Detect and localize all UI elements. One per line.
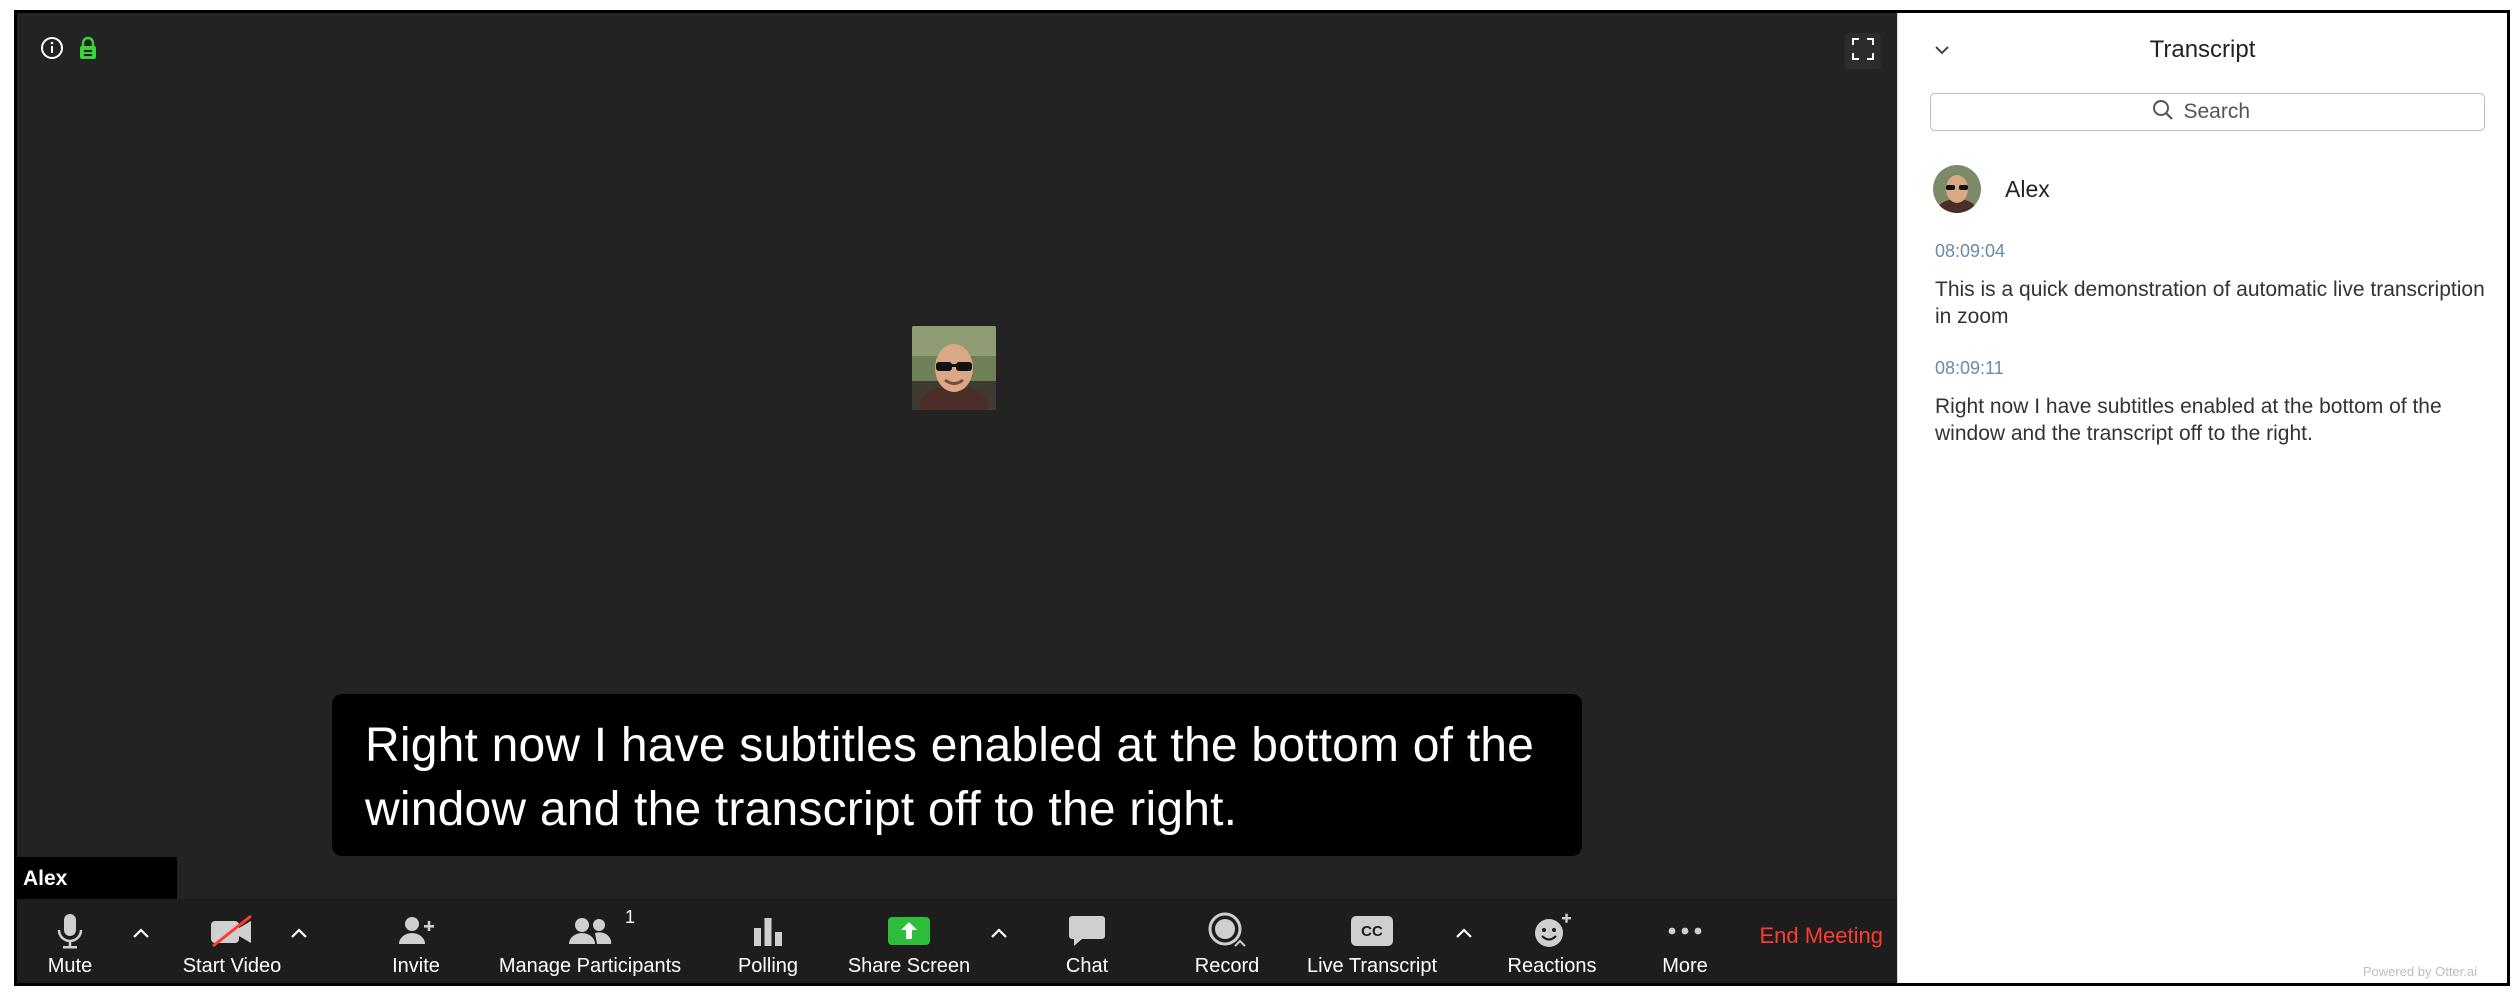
video-options-caret[interactable] [287, 923, 311, 947]
lock-icon[interactable] [75, 35, 101, 61]
entry-text: Right now I have subtitles enabled at th… [1935, 395, 2442, 445]
transcript-panel: Transcript Alex 08:09:04 This is [1897, 13, 2507, 983]
fullscreen-button[interactable] [1845, 33, 1881, 69]
meeting-info-group [39, 35, 101, 61]
transcript-header: Transcript [1898, 13, 2507, 81]
cc-icon: CC [1351, 911, 1393, 951]
powered-by-footer: Powered by Otter.ai [2362, 964, 2477, 979]
invite-button[interactable]: Invite [381, 899, 451, 983]
polling-button[interactable]: Polling [727, 899, 809, 983]
start-video-label: Start Video [182, 955, 282, 977]
more-button[interactable]: More [1647, 899, 1723, 983]
zoom-window: Right now I have subtitles enabled at th… [14, 10, 2510, 986]
info-icon[interactable] [39, 35, 65, 61]
entry-timestamp: 08:09:11 [1935, 358, 2004, 378]
live-subtitle: Right now I have subtitles enabled at th… [332, 694, 1582, 856]
record-label: Record [1194, 955, 1260, 977]
end-meeting-button[interactable]: End Meeting [1759, 923, 1883, 949]
live-transcript-label: Live Transcript [1306, 955, 1438, 977]
participant-count: 1 [624, 907, 635, 927]
polling-label: Polling [737, 955, 799, 977]
participant-name: Alex [23, 867, 68, 890]
add-person-icon [396, 911, 436, 951]
manage-participants-button[interactable]: 1 Manage Participants [485, 899, 695, 983]
cc-badge: CC [1351, 916, 1393, 946]
transcript-search-box[interactable] [1930, 93, 2485, 131]
audio-options-caret[interactable] [129, 923, 153, 947]
invite-label: Invite [392, 955, 440, 977]
chevron-up-icon [290, 926, 308, 944]
transcript-title: Transcript [2149, 36, 2256, 63]
avatar [1933, 165, 1981, 213]
chevron-up-icon [132, 926, 150, 944]
participant-name-tag: Alex [17, 857, 177, 899]
manage-participants-label: Manage Participants [498, 955, 682, 977]
share-screen-label: Share Screen [847, 955, 971, 977]
transcript-options-caret[interactable] [1452, 923, 1476, 947]
share-screen-button[interactable]: Share Screen [839, 899, 979, 983]
transcript-entry: 08:09:04 This is a quick demonstration o… [1935, 241, 2495, 330]
mute-label: Mute [47, 955, 93, 977]
share-options-caret[interactable] [987, 923, 1011, 947]
chat-label: Chat [1065, 955, 1109, 977]
speaker-header: Alex [1933, 165, 2050, 213]
chat-button[interactable]: Chat [1049, 899, 1125, 983]
participant-video-thumbnail[interactable] [912, 326, 996, 410]
microphone-icon [56, 911, 84, 951]
meeting-toolbar: Mute Start Video Invite 1 Manage Partici… [17, 899, 1897, 983]
video-area: Right now I have subtitles enabled at th… [17, 13, 1897, 983]
bar-chart-icon [751, 911, 785, 951]
record-icon [1207, 911, 1247, 951]
speaker-name: Alex [2005, 175, 2050, 202]
chevron-up-icon [990, 926, 1008, 944]
people-icon: 1 [567, 907, 635, 951]
smiley-icon [1532, 911, 1572, 951]
fullscreen-icon [1852, 37, 1874, 65]
record-button[interactable]: Record [1187, 899, 1267, 983]
entry-timestamp: 08:09:04 [1935, 241, 2006, 261]
start-video-button[interactable]: Start Video [167, 899, 297, 983]
reactions-label: Reactions [1507, 955, 1597, 977]
video-off-icon [209, 911, 255, 951]
search-icon [2152, 99, 2174, 126]
reactions-button[interactable]: Reactions [1497, 899, 1607, 983]
share-screen-icon [887, 911, 931, 951]
transcript-entry: 08:09:11 Right now I have subtitles enab… [1935, 358, 2495, 447]
search-input[interactable] [2183, 100, 2264, 124]
chevron-up-icon [1455, 926, 1473, 944]
ellipsis-icon [1666, 911, 1704, 951]
mute-button[interactable]: Mute [35, 899, 105, 983]
chat-bubble-icon [1068, 911, 1106, 951]
entry-text: This is a quick demonstration of automat… [1935, 278, 2485, 328]
more-label: More [1662, 955, 1708, 977]
live-transcript-button[interactable]: CC Live Transcript [1297, 899, 1447, 983]
